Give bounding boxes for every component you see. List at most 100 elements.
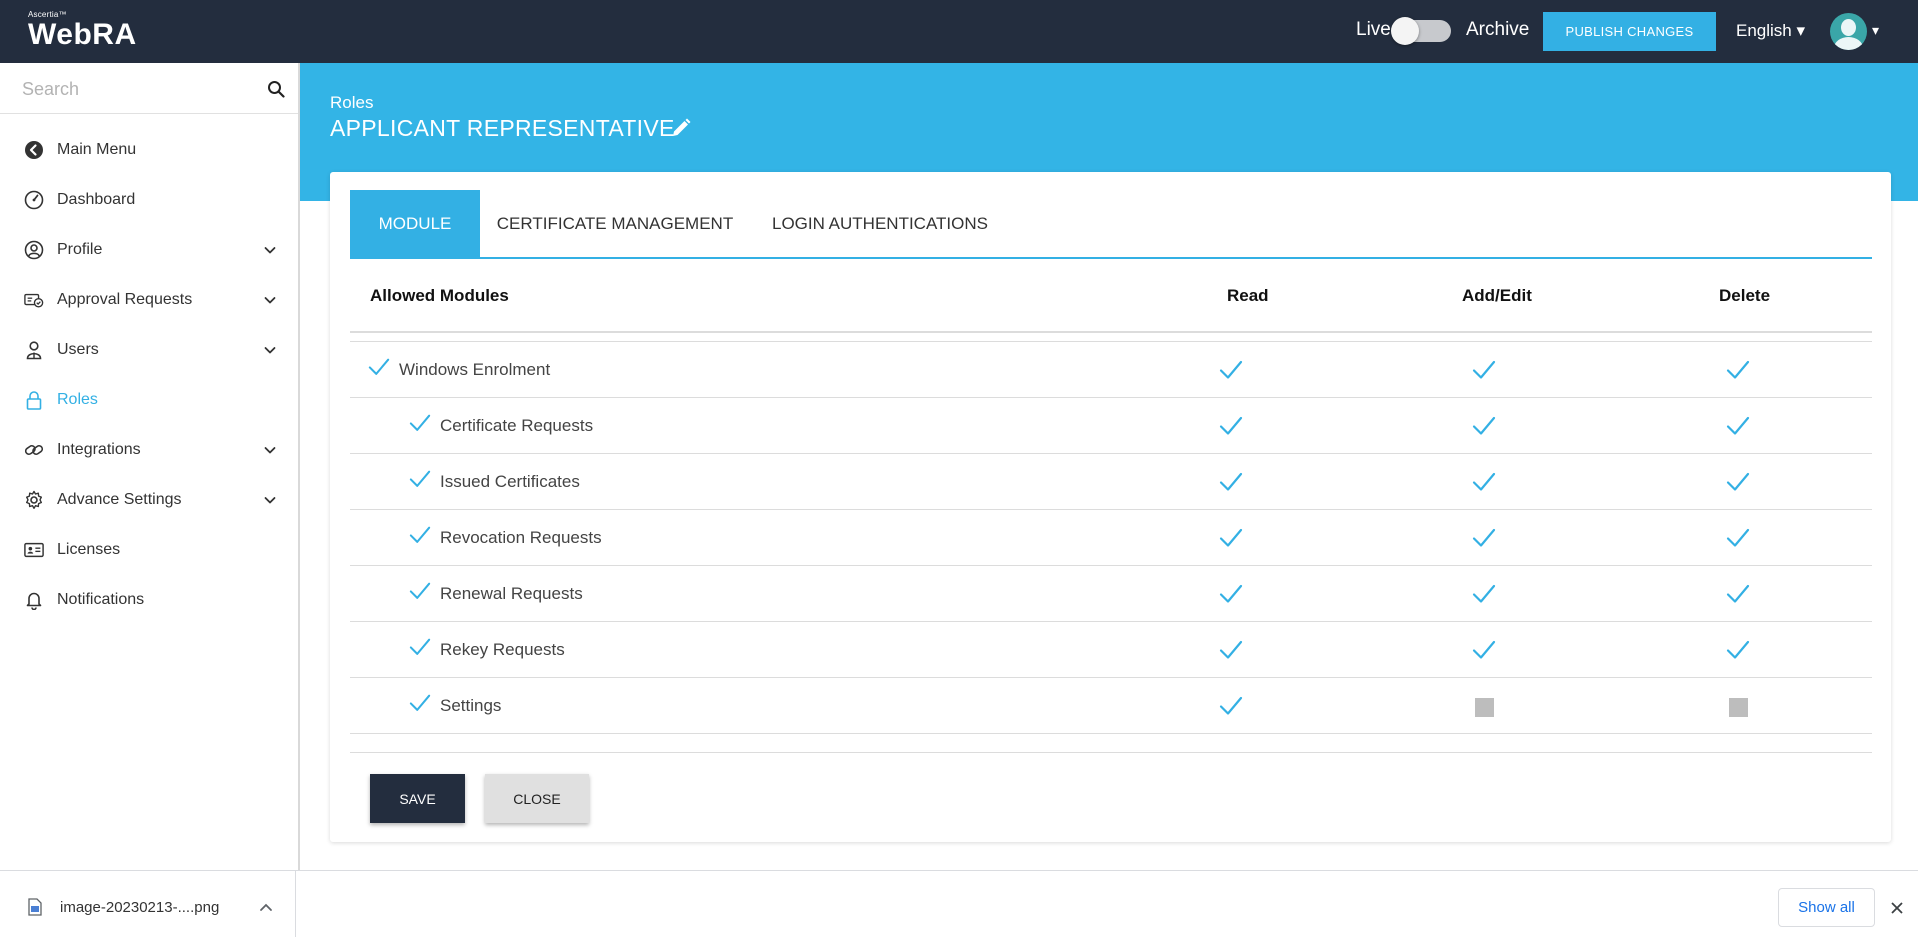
- back-circle-icon: [24, 140, 44, 160]
- delete-check-icon[interactable]: [1725, 358, 1751, 382]
- show-all-button[interactable]: Show all: [1778, 888, 1875, 927]
- read-check-icon[interactable]: [1218, 470, 1244, 494]
- user-circle-icon: [24, 240, 44, 260]
- pencil-icon[interactable]: [670, 117, 692, 139]
- avatar-caret-icon[interactable]: ▾: [1872, 22, 1879, 39]
- live-label: Live: [1356, 19, 1391, 40]
- add-edit-disabled-checkbox[interactable]: [1475, 698, 1494, 717]
- add-edit-check-icon[interactable]: [1471, 358, 1497, 382]
- role-card: MODULE CERTIFICATE MANAGEMENT LOGIN AUTH…: [330, 172, 1891, 842]
- delete-check-icon[interactable]: [1725, 526, 1751, 550]
- module-check-icon[interactable]: [408, 468, 432, 492]
- sidebar-item-advance-settings[interactable]: Advance Settings: [0, 475, 298, 525]
- sidebar-item-label: Licenses: [57, 541, 121, 558]
- module-check-icon[interactable]: [408, 412, 432, 436]
- add-edit-check-icon[interactable]: [1471, 582, 1497, 606]
- sidebar-item-label: Main Menu: [57, 141, 137, 158]
- table-row: Rekey Requests: [350, 622, 1872, 678]
- sidebar-item-roles[interactable]: Roles: [0, 375, 298, 425]
- module-check-icon[interactable]: [367, 356, 391, 380]
- toggle-knob[interactable]: [1391, 17, 1419, 45]
- module-label: Settings: [440, 696, 502, 715]
- archive-label: Archive: [1466, 19, 1530, 40]
- module-check-icon[interactable]: [408, 580, 432, 604]
- sidebar-item-dashboard[interactable]: Dashboard: [0, 175, 298, 225]
- action-bar: SAVE CLOSE: [350, 752, 1872, 842]
- sidebar-item-approval-requests[interactable]: Approval Requests: [0, 275, 298, 325]
- module-check-icon[interactable]: [408, 636, 432, 660]
- column-delete: Delete: [1719, 286, 1771, 305]
- add-edit-check-icon[interactable]: [1471, 526, 1497, 550]
- delete-check-icon[interactable]: [1725, 414, 1751, 438]
- tab-certificate-management[interactable]: CERTIFICATE MANAGEMENT: [480, 190, 750, 257]
- chevron-down-icon[interactable]: [262, 342, 278, 358]
- search-input[interactable]: [22, 75, 252, 103]
- tab-login-authentications[interactable]: LOGIN AUTHENTICATIONS: [750, 190, 1010, 257]
- table-header: Allowed Modules Read Add/Edit Delete: [350, 260, 1872, 333]
- link-icon: [24, 440, 44, 460]
- sidebar-item-label: Integrations: [57, 441, 141, 458]
- close-icon[interactable]: [1890, 901, 1904, 915]
- sidebar-item-label: Roles: [57, 391, 98, 408]
- module-label: Renewal Requests: [440, 584, 583, 603]
- main-content: Roles APPLICANT REPRESENTATIVE MODULE CE…: [300, 63, 1918, 870]
- avatar-shoulders: [1834, 37, 1863, 50]
- top-bar: Ascertia™ WebRA Live Archive PUBLISH CHA…: [0, 0, 1918, 63]
- add-edit-check-icon[interactable]: [1471, 470, 1497, 494]
- delete-check-icon[interactable]: [1725, 470, 1751, 494]
- avatar[interactable]: [1830, 13, 1867, 50]
- read-check-icon[interactable]: [1218, 358, 1244, 382]
- delete-check-icon[interactable]: [1725, 638, 1751, 662]
- read-check-icon[interactable]: [1218, 694, 1244, 718]
- save-button[interactable]: SAVE: [370, 774, 465, 823]
- sidebar: Main Menu Dashboard Profile Approval Req…: [0, 63, 300, 870]
- search-icon[interactable]: [267, 80, 285, 98]
- delete-check-icon[interactable]: [1725, 582, 1751, 606]
- sidebar-item-integrations[interactable]: Integrations: [0, 425, 298, 475]
- download-item[interactable]: image-20230213-....png: [0, 871, 296, 937]
- language-selector[interactable]: English ▾: [1736, 21, 1805, 41]
- sidebar-item-label: Dashboard: [57, 191, 136, 208]
- read-check-icon[interactable]: [1218, 414, 1244, 438]
- module-label: Issued Certificates: [440, 472, 580, 491]
- add-edit-check-icon[interactable]: [1471, 414, 1497, 438]
- chevron-up-icon[interactable]: [259, 901, 273, 913]
- sidebar-item-label: Notifications: [57, 591, 145, 608]
- sidebar-item-users[interactable]: Users: [0, 325, 298, 375]
- sidebar-item-main-menu[interactable]: Main Menu: [0, 125, 298, 175]
- tab-module[interactable]: MODULE: [350, 190, 480, 257]
- read-check-icon[interactable]: [1218, 638, 1244, 662]
- sidebar-item-licenses[interactable]: Licenses: [0, 525, 298, 575]
- read-check-icon[interactable]: [1218, 582, 1244, 606]
- column-allowed-modules: Allowed Modules: [370, 286, 509, 305]
- chevron-down-icon[interactable]: [262, 492, 278, 508]
- module-label: Revocation Requests: [440, 528, 602, 547]
- webra-logo[interactable]: Ascertia™ WebRA: [28, 10, 137, 51]
- sidebar-item-label: Advance Settings: [57, 491, 182, 508]
- download-file-name: image-20230213-....png: [60, 899, 220, 916]
- read-check-icon[interactable]: [1218, 526, 1244, 550]
- sidebar-item-profile[interactable]: Profile: [0, 225, 298, 275]
- publish-changes-button[interactable]: PUBLISH CHANGES: [1543, 12, 1716, 51]
- sidebar-search: [0, 63, 298, 114]
- table-row: Certificate Requests: [350, 398, 1872, 454]
- sidebar-item-notifications[interactable]: Notifications: [0, 575, 298, 625]
- add-edit-check-icon[interactable]: [1471, 638, 1497, 662]
- sidebar-item-label: Approval Requests: [57, 291, 193, 308]
- chevron-down-icon[interactable]: [262, 292, 278, 308]
- permissions-table: Windows Enrolment Certificate Requests Iss…: [350, 341, 1872, 752]
- table-row: Issued Certificates: [350, 454, 1872, 510]
- close-button[interactable]: CLOSE: [485, 774, 589, 823]
- module-check-icon[interactable]: [408, 524, 432, 548]
- chevron-down-icon[interactable]: [262, 242, 278, 258]
- column-read: Read: [1227, 286, 1269, 305]
- bell-icon: [24, 590, 44, 610]
- live-archive-toggle[interactable]: [1391, 17, 1451, 45]
- chevron-down-icon[interactable]: [262, 442, 278, 458]
- module-check-icon[interactable]: [408, 692, 432, 716]
- table-row: Renewal Requests: [350, 566, 1872, 622]
- table-row: Revocation Requests: [350, 510, 1872, 566]
- delete-disabled-checkbox[interactable]: [1729, 698, 1748, 717]
- module-label: Rekey Requests: [440, 640, 565, 659]
- breadcrumb[interactable]: Roles: [330, 93, 373, 113]
